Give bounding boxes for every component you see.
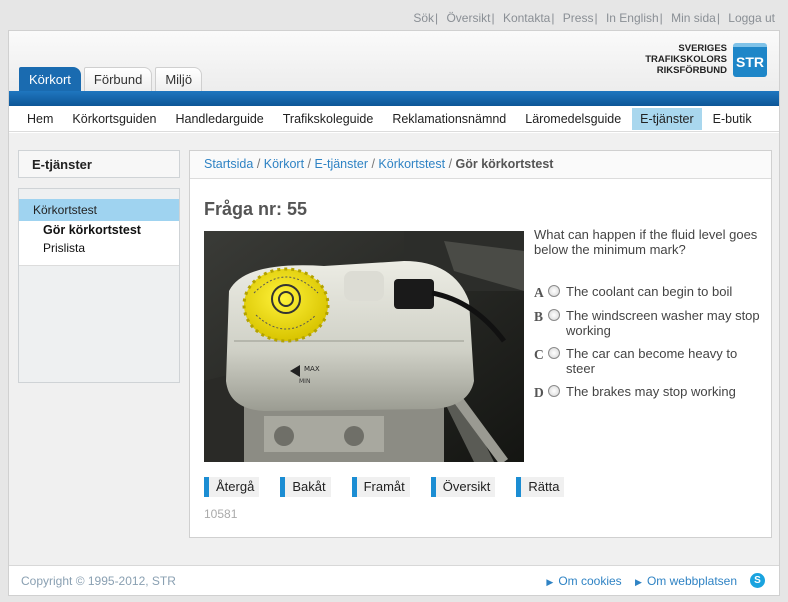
main-panel: Startsida / Körkort / E-tjänster / Körko… bbox=[189, 150, 772, 538]
blue-bar bbox=[9, 91, 779, 106]
footer: Copyright © 1995-2012, STR ▶ Om cookies ▶… bbox=[9, 565, 779, 595]
answer-text: The windscreen washer may stop working bbox=[566, 308, 760, 338]
answer-c[interactable]: C The car can become heavy to steer bbox=[534, 346, 764, 376]
main-nav: Hem Körkortsguiden Handledarguide Trafik… bbox=[9, 106, 779, 132]
page-frame: SVERIGES TRAFIKSKOLORS RIKSFÖRBUND STR K… bbox=[8, 30, 780, 596]
header: SVERIGES TRAFIKSKOLORS RIKSFÖRBUND STR K… bbox=[9, 31, 779, 93]
sidebar-item-korkortstest[interactable]: Körkortstest bbox=[19, 199, 179, 221]
answer-a[interactable]: A The coolant can begin to boil bbox=[534, 284, 764, 300]
sidebar-menu: Körkortstest Gör körkortstest Prislista bbox=[18, 188, 180, 383]
question-code: 10581 bbox=[204, 507, 238, 521]
question-image: MAX MIN bbox=[204, 231, 524, 462]
atergaa-button[interactable]: Återgå bbox=[204, 477, 260, 497]
answer-letter: A bbox=[534, 285, 544, 300]
answer-c-radio[interactable] bbox=[548, 347, 560, 359]
logo-text: SVERIGES TRAFIKSKOLORS RIKSFÖRBUND bbox=[645, 43, 727, 76]
answer-b-radio[interactable] bbox=[548, 309, 560, 321]
top-link-logga-ut[interactable]: Logga ut bbox=[728, 11, 775, 25]
nav-handledarguide[interactable]: Handledarguide bbox=[167, 108, 271, 130]
copyright: Copyright © 1995-2012, STR bbox=[21, 574, 176, 588]
tab-korkort[interactable]: Körkort bbox=[19, 67, 81, 93]
answer-d-radio[interactable] bbox=[548, 385, 560, 397]
sidebar-item-gor-korkortstest[interactable]: Gör körkortstest bbox=[19, 221, 179, 239]
str-logo[interactable]: SVERIGES TRAFIKSKOLORS RIKSFÖRBUND STR bbox=[641, 41, 767, 77]
nav-laromedelsguide[interactable]: Läromedelsguide bbox=[517, 108, 629, 130]
arrow-right-icon: ▶ bbox=[635, 577, 642, 587]
breadcrumb-current: Gör körkortstest bbox=[455, 157, 554, 171]
sidebar-item-prislista[interactable]: Prislista bbox=[19, 239, 179, 257]
top-link-in-english[interactable]: In English bbox=[606, 11, 659, 25]
tab-forbund[interactable]: Förbund bbox=[83, 67, 153, 93]
button-row: Återgå Bakåt Framåt Översikt Rätta bbox=[204, 477, 585, 497]
answer-text: The car can become heavy to steer bbox=[566, 346, 738, 376]
footer-link-om-cookies[interactable]: Om cookies bbox=[558, 574, 621, 588]
svg-text:MAX: MAX bbox=[304, 365, 320, 373]
answer-letter: B bbox=[534, 309, 544, 324]
logo-mark: STR bbox=[733, 43, 767, 77]
nav-hem[interactable]: Hem bbox=[19, 108, 61, 130]
top-links: Sök| Översikt| Kontakta| Press| In Engli… bbox=[413, 11, 775, 25]
breadcrumb: Startsida / Körkort / E-tjänster / Körko… bbox=[190, 151, 771, 179]
ratta-button[interactable]: Rätta bbox=[516, 477, 565, 497]
footer-links: ▶ Om cookies ▶ Om webbplatsen bbox=[536, 574, 737, 588]
breadcrumb-korkort[interactable]: Körkort bbox=[264, 157, 304, 171]
answer-letter: C bbox=[534, 347, 544, 362]
nav-korkortsguiden[interactable]: Körkortsguiden bbox=[64, 108, 164, 130]
skype-icon[interactable]: S bbox=[750, 573, 765, 588]
breadcrumb-startsida[interactable]: Startsida bbox=[204, 157, 253, 171]
tab-miljo[interactable]: Miljö bbox=[155, 67, 203, 93]
footer-link-om-webbplatsen[interactable]: Om webbplatsen bbox=[647, 574, 737, 588]
top-link-min-sida[interactable]: Min sida bbox=[671, 11, 716, 25]
nav-reklamationsnamnd[interactable]: Reklamationsnämnd bbox=[384, 108, 514, 130]
breadcrumb-e-tjanster[interactable]: E-tjänster bbox=[314, 157, 368, 171]
arrow-right-icon: ▶ bbox=[546, 577, 554, 587]
nav-e-tjanster[interactable]: E-tjänster bbox=[632, 107, 702, 130]
sidebar-title: E-tjänster bbox=[18, 150, 180, 178]
svg-text:MIN: MIN bbox=[299, 378, 310, 385]
brake-reservoir-photo: MAX MIN bbox=[204, 231, 524, 462]
question-title: Fråga nr: 55 bbox=[204, 199, 308, 219]
answer-list: A The coolant can begin to boil B The wi… bbox=[534, 284, 764, 408]
top-link-press[interactable]: Press bbox=[563, 11, 594, 25]
framat-button[interactable]: Framåt bbox=[351, 477, 410, 497]
breadcrumb-korkortstest[interactable]: Körkortstest bbox=[378, 157, 445, 171]
question-text: What can happen if the fluid level goes … bbox=[534, 227, 758, 257]
answer-letter: D bbox=[534, 385, 544, 400]
top-link-kontakta[interactable]: Kontakta bbox=[503, 11, 550, 25]
top-link-sok[interactable]: Sök bbox=[413, 11, 434, 25]
top-link-oversikt[interactable]: Översikt bbox=[446, 11, 490, 25]
answer-d[interactable]: D The brakes may stop working bbox=[534, 384, 764, 400]
answer-b[interactable]: B The windscreen washer may stop working bbox=[534, 308, 764, 338]
answer-text: The coolant can begin to boil bbox=[566, 284, 733, 299]
answer-a-radio[interactable] bbox=[548, 285, 560, 297]
nav-trafikskoleguide[interactable]: Trafikskoleguide bbox=[275, 108, 382, 130]
oversikt-button[interactable]: Översikt bbox=[430, 477, 496, 497]
answer-text: The brakes may stop working bbox=[566, 384, 736, 399]
nav-e-butik[interactable]: E-butik bbox=[705, 108, 760, 130]
bakat-button[interactable]: Bakåt bbox=[280, 477, 331, 497]
top-tabs: Körkort Förbund Miljö bbox=[19, 67, 205, 93]
